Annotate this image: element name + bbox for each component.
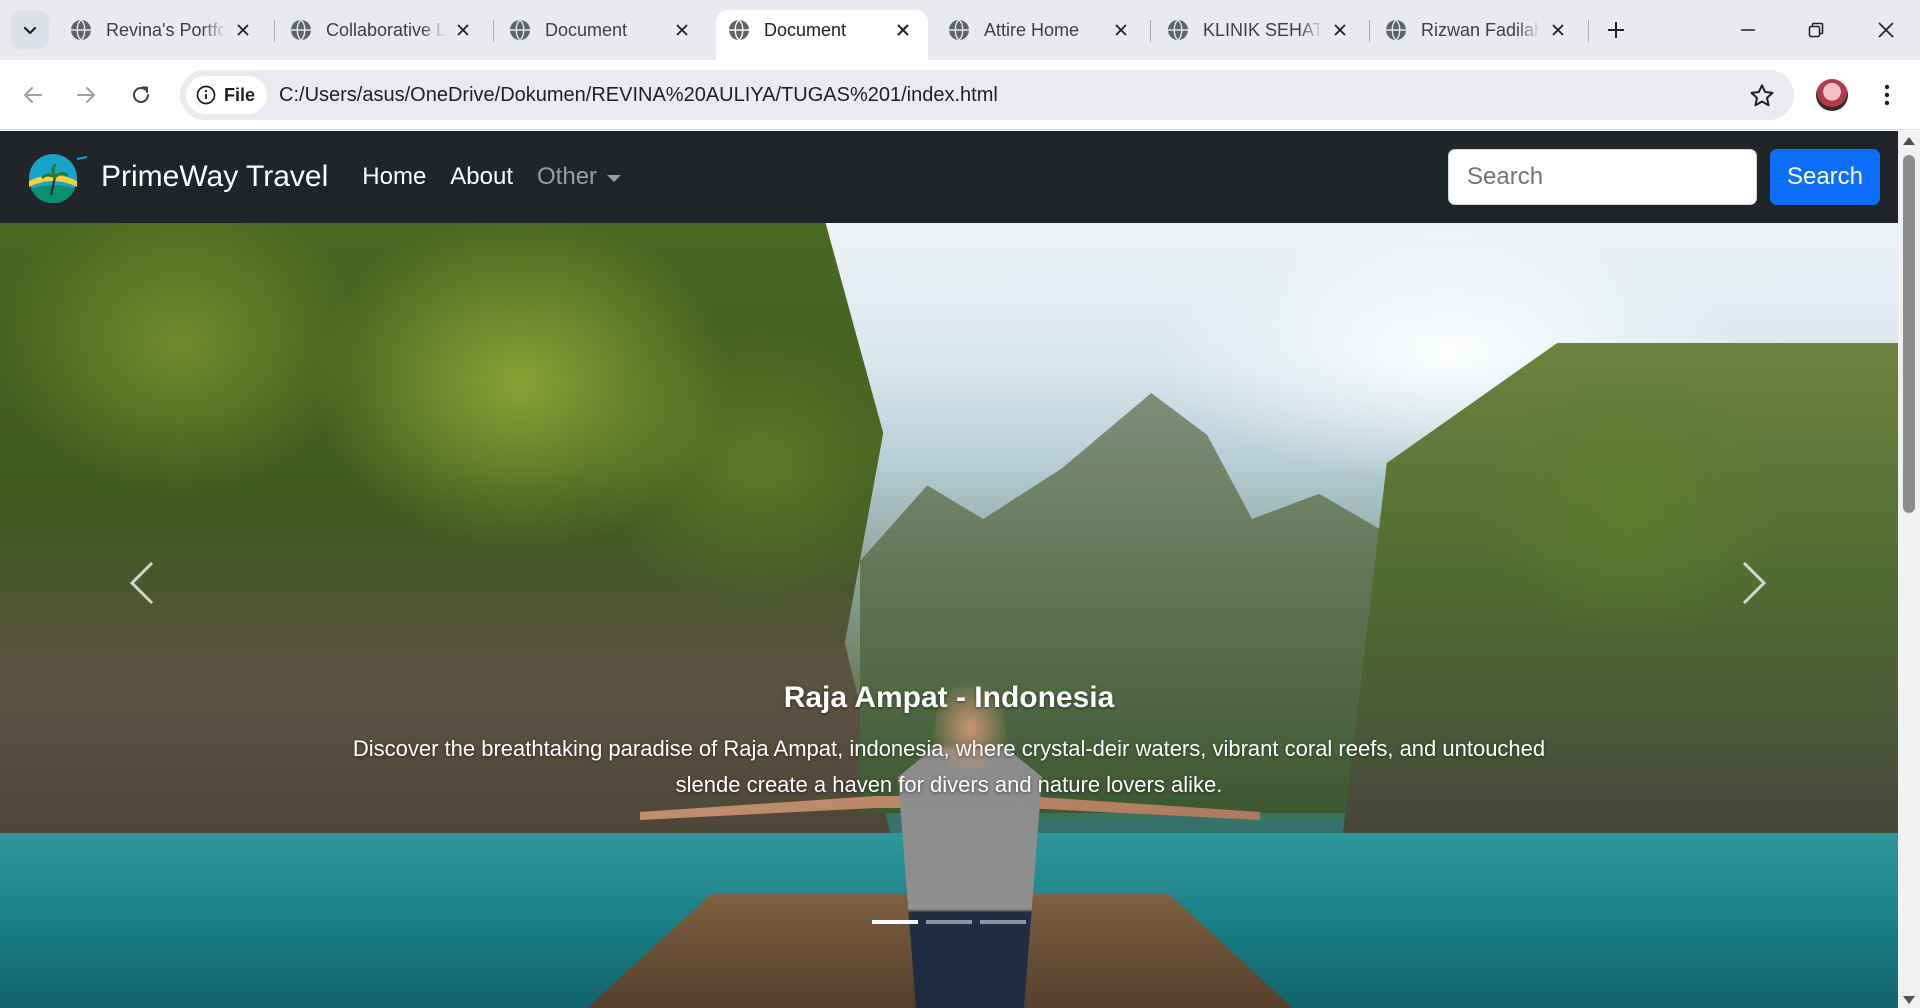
info-icon <box>196 85 216 105</box>
close-icon[interactable] <box>1547 19 1569 41</box>
tab-title: Rizwan Fadilah <box>1421 19 1541 40</box>
close-icon[interactable] <box>452 19 474 41</box>
browser-tab[interactable]: KLINIK SEHAT <box>1155 10 1365 50</box>
arrow-right-icon <box>77 87 95 103</box>
chevron-left-icon <box>129 561 154 605</box>
browser-toolbar: File C:/Users/asus/OneDrive/Dokumen/REVI… <box>0 60 1920 130</box>
tab-title: Collaborative L <box>326 19 446 40</box>
address-bar[interactable]: File C:/Users/asus/OneDrive/Dokumen/REVI… <box>180 70 1794 120</box>
close-icon <box>1878 22 1894 38</box>
carousel-indicator[interactable] <box>980 920 1026 924</box>
globe-icon <box>71 19 91 41</box>
nav-dropdown-other[interactable]: Other <box>537 163 622 191</box>
minimize-button[interactable] <box>1720 0 1776 60</box>
globe-icon <box>949 19 969 41</box>
tab-separator <box>1150 20 1151 42</box>
nav-link-home[interactable]: Home <box>362 163 426 191</box>
close-icon[interactable] <box>1110 19 1132 41</box>
new-tab-button[interactable] <box>1598 12 1634 48</box>
browser-tab[interactable]: Rizwan Fadilah <box>1373 10 1583 50</box>
url-text[interactable]: C:/Users/asus/OneDrive/Dokumen/REVINA%20… <box>279 84 998 107</box>
globe-icon <box>510 19 530 41</box>
close-window-button[interactable] <box>1858 0 1914 60</box>
caret-down-icon <box>607 174 622 182</box>
tab-title: Revina's Portfo <box>106 19 226 40</box>
browser-tab-active[interactable]: Document <box>716 10 928 60</box>
browser-menu-button[interactable] <box>1872 75 1902 115</box>
close-icon[interactable] <box>232 19 254 41</box>
tab-separator <box>1588 20 1589 42</box>
restore-button[interactable] <box>1788 0 1844 60</box>
tab-title: Document <box>545 19 628 40</box>
tab-strip: Revina's Portfo Collaborative L Document… <box>0 0 1920 60</box>
carousel-prev-button[interactable] <box>112 553 172 613</box>
close-icon[interactable] <box>671 19 693 41</box>
carousel-indicator[interactable] <box>926 920 972 924</box>
tab-title: Attire Home <box>984 19 1080 40</box>
tab-separator <box>1369 20 1370 42</box>
browser-tab[interactable]: Document <box>497 10 707 50</box>
tab-separator <box>274 20 275 42</box>
carousel-title: Raja Ampat - Indonesia <box>783 681 1115 714</box>
forward-button[interactable] <box>66 75 106 115</box>
page-viewport: PrimeWay Travel Home About Other Search … <box>0 131 1898 1008</box>
profile-avatar[interactable] <box>1816 79 1848 111</box>
browser-tab[interactable]: Attire Home <box>936 10 1146 50</box>
nav-dropdown-label: Other <box>537 163 598 190</box>
nav-link-about[interactable]: About <box>450 163 513 191</box>
search-input[interactable] <box>1448 149 1757 205</box>
brand-logo[interactable] <box>25 151 89 203</box>
carousel-caption: Raja Ampat - Indonesia Discover the brea… <box>320 681 1578 803</box>
carousel-indicators <box>0 920 1898 924</box>
chevron-right-icon <box>1742 561 1767 605</box>
scroll-up-arrow-icon[interactable] <box>1903 137 1915 145</box>
reload-icon <box>133 86 149 103</box>
browser-tab[interactable]: Revina's Portfo <box>58 10 268 50</box>
back-button[interactable] <box>13 75 53 115</box>
search-button[interactable]: Search <box>1770 149 1880 205</box>
restore-icon <box>1808 22 1824 38</box>
tab-separator <box>493 20 494 42</box>
globe-icon <box>1168 19 1188 41</box>
carousel-indicator[interactable] <box>872 920 918 924</box>
minimize-icon <box>1741 29 1755 31</box>
chevron-down-icon <box>23 26 37 35</box>
tab-title: Document <box>764 19 847 40</box>
reload-button[interactable] <box>121 75 161 115</box>
browser-tab[interactable]: Collaborative L <box>278 10 488 50</box>
close-icon[interactable] <box>1329 19 1351 41</box>
globe-icon <box>1386 19 1406 41</box>
close-icon[interactable] <box>892 19 914 41</box>
tab-search-button[interactable] <box>11 11 49 49</box>
site-chip-label: File <box>224 84 256 105</box>
globe-icon <box>291 19 311 41</box>
page-scrollbar[interactable] <box>1898 131 1920 1008</box>
tab-title: KLINIK SEHAT <box>1203 19 1323 40</box>
plus-icon <box>1608 22 1624 38</box>
site-info-chip[interactable]: File <box>186 76 268 114</box>
carousel-next-button[interactable] <box>1724 553 1784 613</box>
more-vertical-icon <box>1884 84 1890 106</box>
brand-name[interactable]: PrimeWay Travel <box>101 160 328 194</box>
hero-carousel: Raja Ampat - Indonesia Discover the brea… <box>0 223 1898 1008</box>
bookmark-star-icon[interactable] <box>1748 82 1776 110</box>
carousel-text: Discover the breathtaking paradise of Ra… <box>352 736 1546 797</box>
scroll-thumb[interactable] <box>1903 155 1915 513</box>
scroll-down-arrow-icon[interactable] <box>1903 996 1915 1004</box>
site-navbar: PrimeWay Travel Home About Other Search <box>0 131 1898 223</box>
globe-icon <box>729 19 749 41</box>
arrow-left-icon <box>24 87 42 103</box>
